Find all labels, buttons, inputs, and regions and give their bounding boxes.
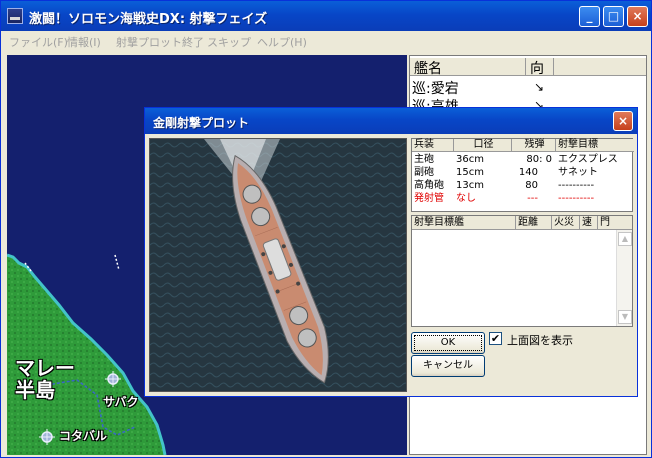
weapon-secondary-ammo: 140 [518, 167, 538, 178]
weapon-secondary-type[interactable]: 副砲 [414, 167, 434, 179]
close-button[interactable]: × [627, 6, 648, 27]
title-bar[interactable]: 激闘！ソロモン海戦史DX: 射撃フェイズ _ □ × [1, 1, 651, 31]
targets-header-fire[interactable]: 火災 [552, 216, 580, 230]
weapon-aa-target[interactable]: ---------- [558, 180, 594, 192]
targets-header-ship[interactable]: 射撃目標艦 [412, 216, 516, 230]
ship-top-view [149, 138, 407, 392]
show-top-view-checkbox[interactable]: ✔ [489, 332, 502, 345]
targets-header-range[interactable]: 距離 [516, 216, 552, 230]
menu-info[interactable]: 情報(I) [67, 34, 101, 50]
targets-header-guns[interactable]: 門 [598, 216, 632, 230]
menu-skip[interactable]: スキップ [207, 34, 251, 50]
maximize-button[interactable]: □ [603, 6, 624, 27]
minimize-button[interactable]: _ [579, 6, 600, 27]
app-icon[interactable] [7, 8, 23, 24]
ship-dir-header[interactable]: 向 [526, 58, 554, 77]
weapon-main-ammo: 80: 0 [526, 154, 552, 165]
city-sabak-label: サバク [103, 395, 139, 409]
targets-header-speed[interactable]: 速 [580, 216, 598, 230]
region-label: マレー 半島 [15, 357, 75, 401]
weapon-secondary-caliber: 15cm [456, 167, 484, 178]
menu-end-plot[interactable]: 射撃プロット終了 [116, 34, 204, 50]
weapon-aa-type[interactable]: 高角砲 [414, 180, 444, 192]
scroll-down-arrow-icon[interactable]: ▼ [618, 310, 632, 324]
ship-name-header[interactable]: 艦名 [410, 58, 526, 77]
battleship-illustration [150, 139, 406, 391]
menu-help[interactable]: ヘルプ(H) [257, 34, 307, 50]
city-kotabaru-icon[interactable] [37, 427, 57, 447]
region-label-line2: 半島 [15, 378, 55, 402]
targets-scrollbar[interactable]: ▲ ▼ [616, 230, 632, 326]
menu-bar: ファイル(F) 情報(I) 射撃プロット終了 スキップ ヘルプ(H) [1, 31, 651, 51]
weapons-header-caliber: 口径 [454, 139, 512, 152]
weapons-table: 兵装 口径 残弾 射撃目標 主砲 36cm 80: 0 エクスプレス 副砲 15… [411, 138, 634, 212]
weapon-main-caliber: 36cm [456, 154, 484, 165]
dialog-title-bar[interactable]: 金剛射撃プロット × [145, 108, 637, 134]
ship-row-atago-dir: ↘ [534, 80, 545, 94]
weapon-aa-ammo: 80 [525, 180, 538, 191]
ship-list-header-spacer [554, 58, 646, 76]
weapon-torpedo-ammo: --- [527, 193, 538, 204]
weapon-aa-caliber: 13cm [456, 180, 484, 191]
weapon-main-target[interactable]: エクスプレス [558, 154, 618, 166]
city-sabak-icon[interactable] [103, 369, 123, 389]
weapon-torpedo-type[interactable]: 発射管 [414, 193, 444, 205]
weapon-main-type[interactable]: 主砲 [414, 154, 434, 166]
weapons-header-target: 射撃目標 [556, 139, 634, 152]
malay-peninsula-land [7, 255, 165, 455]
menu-file[interactable]: ファイル(F) [9, 34, 68, 50]
city-kotabaru-label: コタバル [59, 429, 108, 443]
weapon-torpedo-target[interactable]: ---------- [558, 193, 594, 205]
wake-dashes [24, 254, 120, 272]
show-top-view-label[interactable]: 上面図を表示 [507, 332, 573, 348]
ship-row-atago[interactable]: 巡:愛宕 [412, 78, 459, 98]
weapon-secondary-target[interactable]: サネット [558, 167, 598, 179]
window-title: 激闘！ソロモン海戦史DX: 射撃フェイズ [29, 12, 268, 27]
region-label-line1: マレー [15, 356, 75, 380]
scroll-up-arrow-icon[interactable]: ▲ [618, 232, 632, 246]
ok-button[interactable]: OK [411, 332, 485, 354]
dialog-title: 金剛射撃プロット [153, 116, 250, 130]
weapons-header-ammo: 残弾 [512, 139, 556, 152]
cancel-button[interactable]: キャンセル [411, 355, 485, 377]
target-ships-list[interactable]: 射撃目標艦 距離 火災 速 門 ▲ ▼ [411, 215, 633, 327]
weapons-header-type: 兵装 [412, 139, 454, 152]
fire-plot-dialog: 金剛射撃プロット × 兵装 口径 残弾 射撃目標 主砲 36cm 80: 0 エ… [144, 107, 638, 397]
weapon-torpedo-caliber: なし [456, 193, 476, 204]
dialog-close-button[interactable]: × [613, 111, 633, 131]
